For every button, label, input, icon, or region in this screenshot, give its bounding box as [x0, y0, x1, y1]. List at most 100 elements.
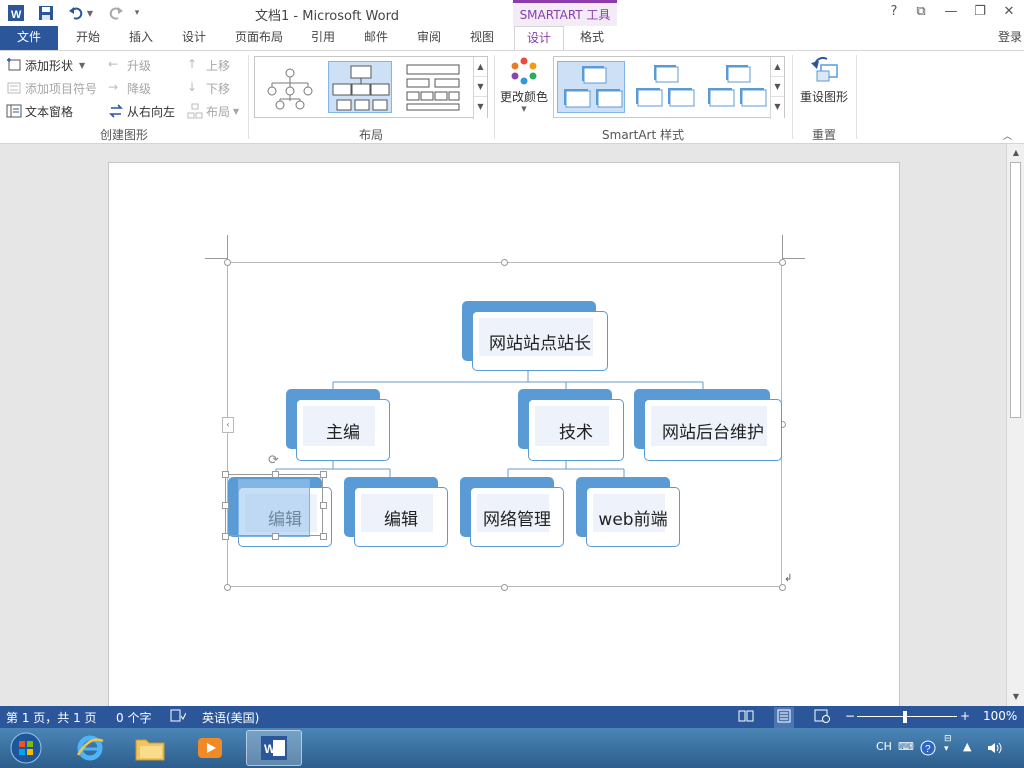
- sign-in-link[interactable]: 登录: [998, 26, 1022, 48]
- add-shape-label: 添加形状: [25, 58, 74, 73]
- left-arrow-icon: ←: [108, 57, 119, 71]
- resize-handle[interactable]: [320, 502, 327, 509]
- start-button[interactable]: [2, 730, 50, 766]
- style-option-simple[interactable]: [557, 61, 625, 113]
- scroll-up-icon[interactable]: ▲: [1009, 146, 1023, 160]
- style-option-2[interactable]: [630, 61, 698, 113]
- change-colors-button[interactable]: 更改颜色 ▼: [498, 55, 550, 119]
- style-gallery: ▲ ▼ ▼: [553, 56, 785, 119]
- text-pane-button[interactable]: 文本窗格: [6, 101, 73, 121]
- change-colors-label: 更改颜色: [499, 90, 548, 104]
- show-hidden-icons[interactable]: ▲: [963, 740, 971, 753]
- scroll-down-icon[interactable]: ▼: [1009, 690, 1023, 704]
- zoom-out-icon[interactable]: −: [845, 709, 855, 723]
- read-mode-icon[interactable]: [738, 709, 754, 726]
- smartart-graphic[interactable]: ‹ ↲ 网站站点站长 主编 技术 网站后台维护 ⟳ 编辑 网络管理 web前端: [222, 259, 792, 591]
- node-box: 编辑: [354, 487, 448, 547]
- resize-handle[interactable]: [272, 471, 279, 478]
- keyboard-icon[interactable]: ⌨: [898, 740, 914, 753]
- style-option-3[interactable]: [702, 61, 770, 113]
- resize-handle[interactable]: [320, 471, 327, 478]
- tab-page-layout[interactable]: 页面布局: [229, 26, 289, 50]
- tab-home[interactable]: 开始: [70, 26, 106, 50]
- reset-graphic-button[interactable]: 重设图形: [798, 55, 850, 111]
- scrollbar-thumb[interactable]: [1010, 162, 1021, 418]
- tab-smartart-design[interactable]: 设计: [514, 26, 564, 51]
- help-tray-icon[interactable]: ?: [920, 740, 936, 759]
- vertical-scrollbar[interactable]: ▲ ▼: [1006, 144, 1024, 706]
- word-taskbar-button[interactable]: W: [246, 730, 302, 766]
- close-button[interactable]: ✕: [999, 4, 1019, 22]
- layout-label: 布局: [206, 104, 231, 119]
- layout-dropdown-icon: ▼: [233, 106, 240, 116]
- resize-handle[interactable]: [222, 502, 229, 509]
- collapse-ribbon-icon[interactable]: ︿: [1003, 129, 1012, 142]
- promote-button[interactable]: ← 升级: [108, 55, 151, 75]
- gallery-up-icon[interactable]: ▲: [771, 57, 784, 77]
- tab-review[interactable]: 审阅: [411, 26, 447, 50]
- help-button[interactable]: ?: [884, 4, 904, 22]
- demote-button[interactable]: → 降级: [108, 78, 151, 98]
- gallery-more-icon[interactable]: ▼: [771, 97, 784, 117]
- layout-option-hierarchy-circles[interactable]: [258, 61, 322, 113]
- move-down-label: 下移: [206, 81, 231, 96]
- volume-icon[interactable]: [986, 740, 1002, 759]
- add-shape-button[interactable]: 添加形状 ▼: [6, 55, 85, 75]
- tab-smartart-format[interactable]: 格式: [572, 26, 612, 50]
- move-down-button[interactable]: ↓ 下移: [187, 78, 230, 98]
- minimize-button[interactable]: —: [941, 4, 961, 22]
- language-indicator[interactable]: 英语(美国): [202, 709, 259, 726]
- smartart-tools-label: SMARTART 工具: [513, 0, 617, 26]
- ribbon-display-options-button[interactable]: ⧉: [911, 4, 931, 22]
- proofing-icon[interactable]: [170, 709, 187, 726]
- margin-crop-mark: [783, 258, 805, 259]
- node-label: 网站后台维护: [662, 422, 764, 443]
- media-player-icon[interactable]: [182, 730, 238, 766]
- page-count[interactable]: 第 1 页，共 1 页: [6, 709, 97, 726]
- paragraph-mark-icon: ↲: [784, 573, 793, 584]
- tab-mailings[interactable]: 邮件: [358, 26, 394, 50]
- layout-button[interactable]: 布局 ▼: [187, 101, 239, 121]
- ime-indicator[interactable]: CH: [876, 740, 892, 753]
- create-graphic-group-label: 创建图形: [99, 128, 148, 142]
- resize-handle[interactable]: [222, 471, 229, 478]
- move-up-button[interactable]: ↑ 上移: [187, 55, 230, 75]
- tab-references[interactable]: 引用: [305, 26, 341, 50]
- status-bar: 第 1 页，共 1 页 0 个字 英语(美国) − + 100%: [0, 706, 1024, 728]
- text-pane-icon: [6, 103, 22, 119]
- tab-file[interactable]: 文件: [0, 26, 58, 50]
- tab-design-doc[interactable]: 设计: [176, 26, 212, 50]
- print-layout-icon[interactable]: [774, 707, 794, 728]
- color-palette-icon: [509, 55, 539, 88]
- rotate-handle-icon[interactable]: ⟳: [268, 453, 279, 468]
- zoom-level[interactable]: 100%: [983, 709, 1017, 723]
- gallery-down-icon[interactable]: ▼: [474, 77, 487, 97]
- word-count[interactable]: 0 个字: [116, 709, 151, 726]
- layout-option-org-chart[interactable]: [328, 61, 392, 113]
- resize-handle[interactable]: [222, 533, 229, 540]
- style-gallery-scroll[interactable]: ▲ ▼ ▼: [770, 57, 784, 119]
- windows-taskbar: W CH ⌨ ? ⊟ ▾ ▲: [0, 728, 1024, 768]
- gallery-down-icon[interactable]: ▼: [771, 77, 784, 97]
- gallery-more-icon[interactable]: ▼: [474, 97, 487, 117]
- ime-options-icon[interactable]: ⊟ ▾: [944, 734, 952, 754]
- add-bullet-button[interactable]: 添加项目符号: [6, 78, 97, 98]
- tab-view[interactable]: 视图: [464, 26, 500, 50]
- zoom-in-icon[interactable]: +: [960, 709, 970, 723]
- selection-frame: [225, 474, 323, 536]
- web-layout-icon[interactable]: [814, 709, 830, 726]
- file-explorer-icon[interactable]: [122, 730, 178, 766]
- resize-handle[interactable]: [320, 533, 327, 540]
- move-up-label: 上移: [206, 58, 231, 73]
- right-to-left-button[interactable]: 从右向左: [108, 101, 175, 121]
- resize-handle[interactable]: [272, 533, 279, 540]
- maximize-button[interactable]: ❐: [970, 4, 990, 22]
- zoom-slider-thumb[interactable]: [903, 711, 907, 723]
- reset-graphic-icon: [807, 55, 841, 88]
- internet-explorer-icon[interactable]: [62, 730, 118, 766]
- layout-option-horizontal-hierarchy[interactable]: [401, 61, 465, 113]
- tab-insert[interactable]: 插入: [123, 26, 159, 50]
- zoom-slider-track[interactable]: [857, 716, 957, 717]
- layout-gallery-scroll[interactable]: ▲ ▼ ▼: [473, 57, 487, 119]
- gallery-up-icon[interactable]: ▲: [474, 57, 487, 77]
